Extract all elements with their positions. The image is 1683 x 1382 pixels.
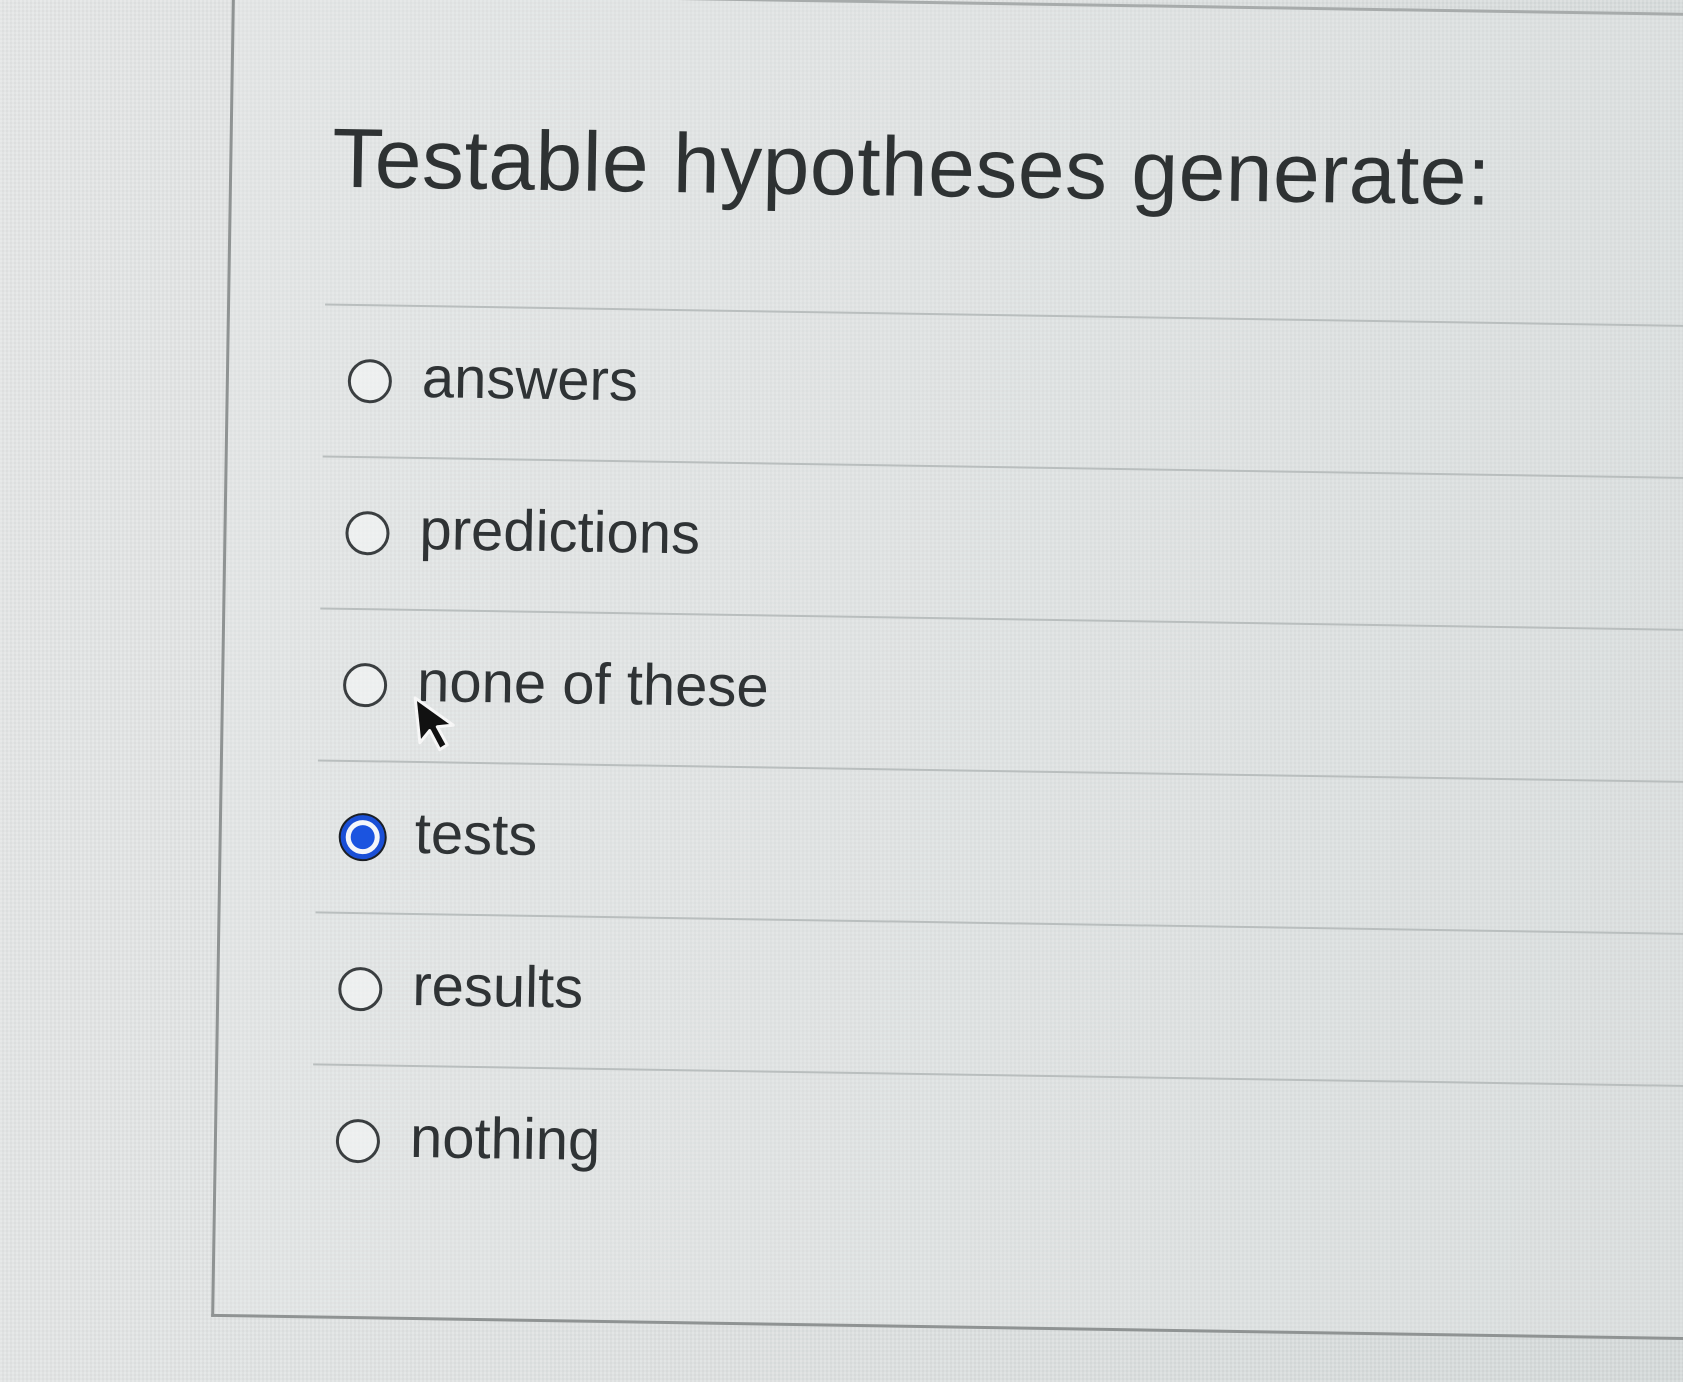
answer-option-results[interactable]: results [313,911,1683,1086]
answer-label: predictions [419,497,701,567]
answer-label: results [411,952,584,1021]
answer-option-answers[interactable]: answers [322,303,1683,478]
mouse-pointer-icon [413,696,455,752]
radio-button-icon[interactable] [335,1118,381,1164]
radio-button-icon[interactable] [347,358,393,404]
selected-radio-button-icon[interactable] [340,814,386,860]
answer-option-tests[interactable]: tests [315,759,1683,934]
answer-label: tests [414,800,538,868]
question-card: Testable hypotheses generate: answers pr… [211,0,1683,1340]
answer-options-list: answers predictions none of these tests … [310,303,1683,1237]
answer-label: none of these [416,648,770,720]
radio-selected-dot [350,824,375,850]
radio-button-icon[interactable] [337,966,383,1012]
radio-button-icon[interactable] [345,510,390,556]
answer-option-predictions[interactable]: predictions [320,455,1683,630]
answer-label: answers [421,345,639,414]
answer-label: nothing [409,1104,601,1173]
question-title: Testable hypotheses generate: [331,110,1492,223]
answer-option-nothing[interactable]: nothing [310,1063,1683,1237]
radio-button-icon[interactable] [342,662,388,708]
answer-option-none-of-these[interactable]: none of these [317,607,1683,782]
